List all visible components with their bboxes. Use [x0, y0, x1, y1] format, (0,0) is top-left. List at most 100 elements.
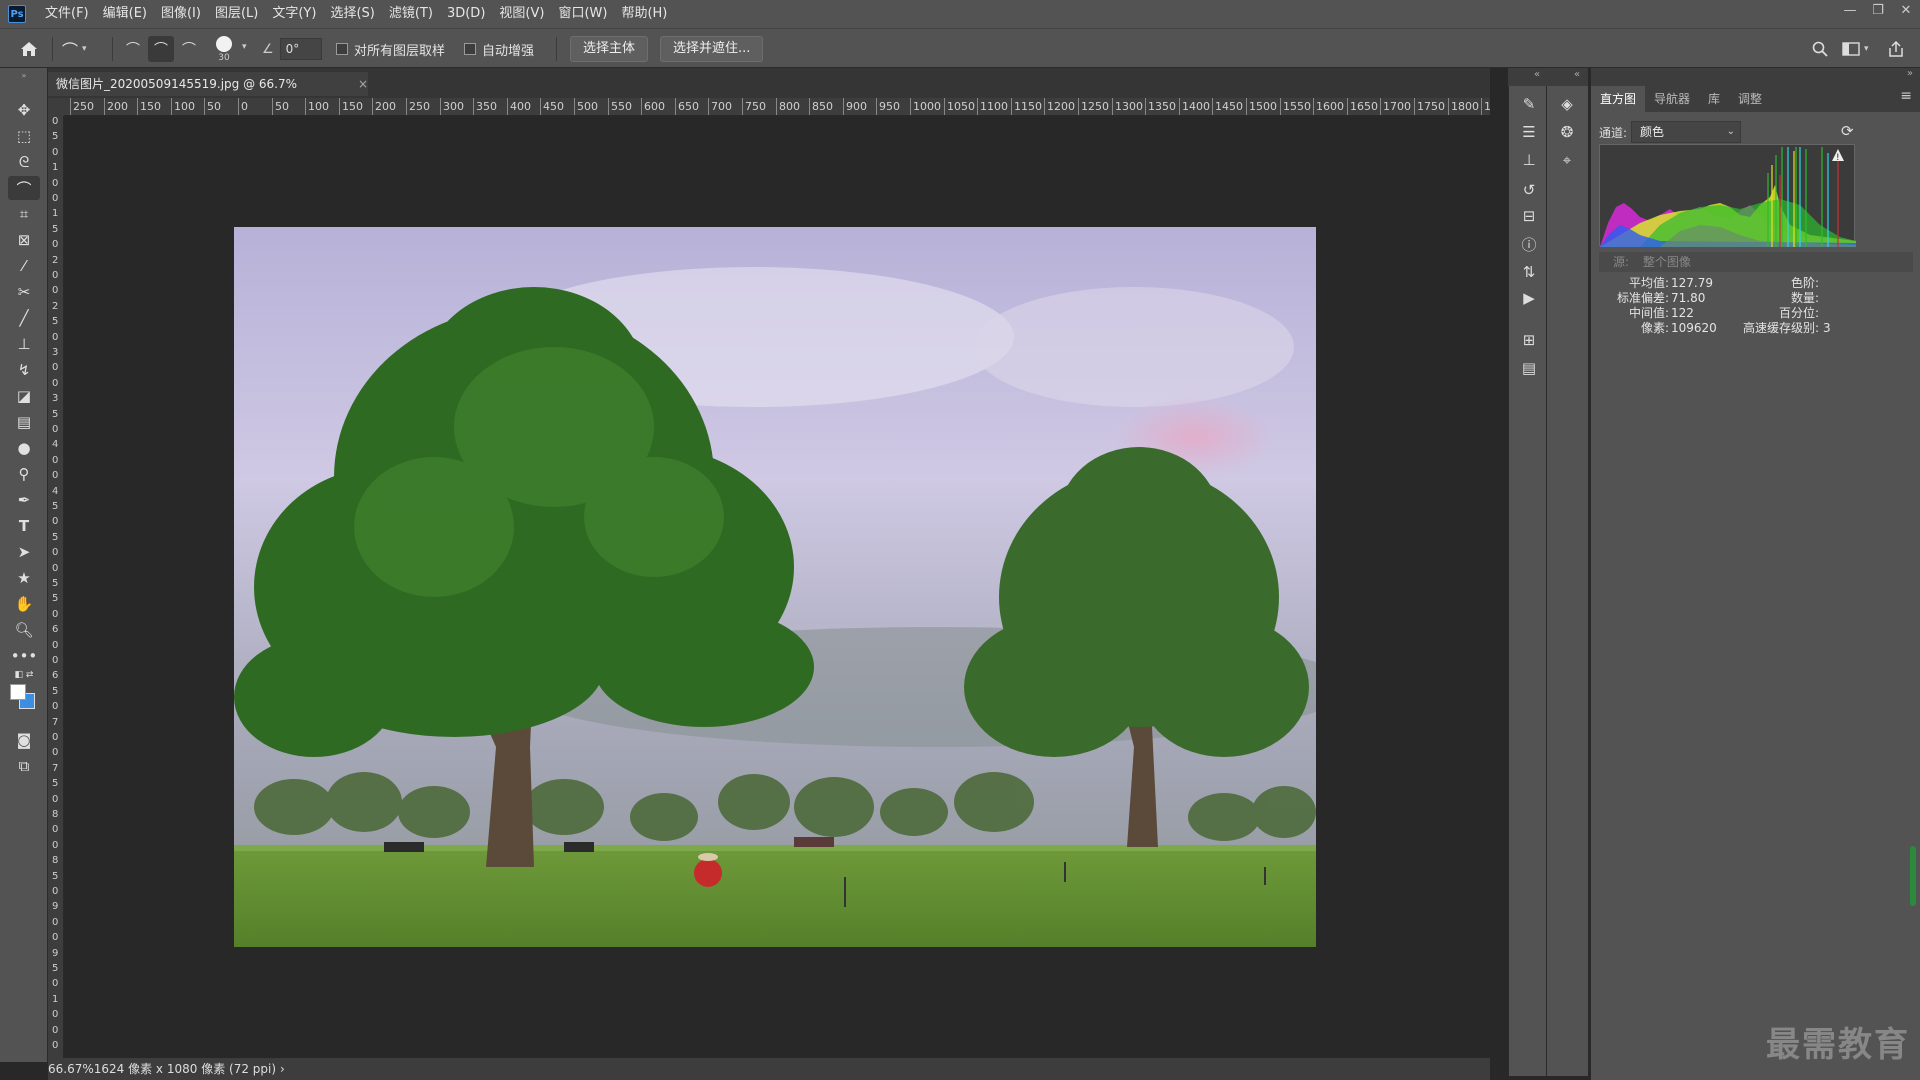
brush-settings-icon[interactable]: ✎: [1516, 92, 1542, 116]
quick-selection-tool-icon[interactable]: ⌒: [8, 176, 40, 200]
status-menu-arrow[interactable]: ›: [280, 1058, 285, 1080]
search-button[interactable]: [1812, 29, 1828, 69]
menu-filter[interactable]: 滤镜(T): [382, 0, 440, 28]
menu-image[interactable]: 图像(I): [154, 0, 208, 28]
quick-mask-icon[interactable]: ◙: [8, 728, 40, 752]
clone-stamp-tool-icon[interactable]: ⊥: [8, 332, 40, 356]
menu-file[interactable]: 文件(F): [38, 0, 96, 28]
cache-level-value: 3: [1823, 321, 1831, 335]
channel-select[interactable]: 颜色 ⌄: [1631, 121, 1742, 143]
ruler-tick-label: 200: [375, 100, 396, 113]
tab-navigator[interactable]: 导航器: [1645, 86, 1699, 112]
minimize-button[interactable]: —: [1836, 0, 1864, 22]
document-tab[interactable]: 微信图片_20200509145519.jpg @ 66.7%(RGB/8#) …: [48, 72, 368, 115]
frame-tool-icon[interactable]: ⊠: [8, 228, 40, 252]
collapse-left-icon[interactable]: «: [1534, 69, 1540, 80]
lasso-tool-icon[interactable]: ᘓ: [8, 150, 40, 174]
collapse-toolbar-icon[interactable]: »: [8, 70, 40, 80]
select-and-mask-button[interactable]: 选择并遮住...: [660, 36, 764, 62]
layers-icon[interactable]: ◈: [1554, 92, 1580, 116]
workspace-button[interactable]: ▾: [1842, 29, 1869, 69]
channels-icon[interactable]: ❂: [1554, 120, 1580, 144]
checkbox-box[interactable]: [464, 43, 476, 55]
menu-help[interactable]: 帮助(H): [614, 0, 674, 28]
canvas-area[interactable]: [64, 116, 1490, 1058]
actions-play-icon[interactable]: ▶: [1516, 286, 1542, 310]
menu-select[interactable]: 选择(S): [323, 0, 381, 28]
subtract-from-selection-button[interactable]: ⌒: [176, 36, 202, 62]
artboard-icon[interactable]: ⊞: [1516, 328, 1542, 352]
eyedropper-tool-icon[interactable]: ⁄: [8, 254, 40, 278]
pen-tool-icon[interactable]: ✒: [8, 488, 40, 512]
ruler-tick-label: 1650: [1350, 100, 1378, 113]
path-selection-tool-icon[interactable]: ➤: [8, 540, 40, 564]
move-tool-icon[interactable]: ✥: [8, 98, 40, 122]
color-swatches[interactable]: [10, 684, 36, 710]
eraser-tool-icon[interactable]: ◪: [8, 384, 40, 408]
marquee-tool-icon[interactable]: ⬚: [8, 124, 40, 148]
menu-window[interactable]: 窗口(W): [551, 0, 614, 28]
document-image[interactable]: [234, 227, 1316, 947]
add-to-selection-button[interactable]: ⌒: [148, 36, 174, 62]
tab-libraries[interactable]: 库: [1699, 86, 1729, 112]
menu-layer[interactable]: 图层(L): [208, 0, 265, 28]
brush-picker[interactable]: 30: [216, 29, 232, 69]
screen-mode-icon[interactable]: ⧉: [8, 754, 40, 778]
restore-button[interactable]: ❐: [1864, 0, 1892, 22]
panel-collapse-bar[interactable]: « «: [1508, 68, 1588, 86]
dodge-tool-icon[interactable]: ⚲: [8, 462, 40, 486]
gradient-tool-icon[interactable]: ▤: [8, 410, 40, 434]
collapse-right-icon[interactable]: »: [1907, 68, 1913, 79]
menu-edit[interactable]: 编辑(E): [96, 0, 154, 28]
angle-input[interactable]: 0°: [279, 38, 322, 60]
ruler-tick-label: 500: [577, 100, 598, 113]
crop-tool-icon[interactable]: ⌗: [8, 202, 40, 226]
close-tab-icon[interactable]: ×: [358, 72, 368, 96]
zoom-tool-icon[interactable]: 🔍︎: [8, 618, 40, 642]
share-button[interactable]: [1888, 29, 1904, 69]
tool-preset-picker[interactable]: ⌒ ▾: [62, 29, 87, 69]
properties-icon[interactable]: ⊟: [1516, 204, 1542, 228]
select-subject-button[interactable]: 选择主体: [570, 36, 649, 62]
panel-menu-icon[interactable]: ≡: [1900, 88, 1912, 104]
new-selection-button[interactable]: ⌒: [120, 36, 146, 62]
notes-icon[interactable]: ▤: [1516, 356, 1542, 380]
ruler-tick: [473, 98, 474, 115]
close-window-button[interactable]: ✕: [1892, 0, 1920, 22]
foreground-color-swatch[interactable]: [10, 684, 26, 700]
scrollbar-thumb[interactable]: [1910, 846, 1916, 906]
clone-source-icon[interactable]: ⊥: [1516, 148, 1542, 172]
menu-type[interactable]: 文字(Y): [265, 0, 323, 28]
layer-comps-icon[interactable]: ⇅: [1516, 260, 1542, 284]
more-tools-icon[interactable]: •••: [8, 644, 40, 668]
refresh-icon[interactable]: ⟳: [1841, 122, 1854, 140]
zoom-level[interactable]: 66.67%: [48, 1058, 94, 1080]
history-icon[interactable]: ↺: [1516, 178, 1542, 202]
checkbox-box[interactable]: [336, 43, 348, 55]
watermark-logo: 最需教育: [1766, 1025, 1910, 1065]
sample-all-layers-checkbox[interactable]: 对所有图层取样: [336, 29, 445, 69]
menu-view[interactable]: 视图(V): [492, 0, 551, 28]
tab-histogram[interactable]: 直方图: [1591, 86, 1646, 112]
source-select[interactable]: 源: 整个图像: [1599, 252, 1913, 272]
menu-3d[interactable]: 3D(D): [440, 0, 492, 28]
info-icon[interactable]: ⓘ: [1516, 232, 1542, 256]
brushes-icon[interactable]: ☰: [1516, 120, 1542, 144]
hand-tool-icon[interactable]: ✋: [8, 592, 40, 616]
history-brush-tool-icon[interactable]: ↯: [8, 358, 40, 382]
ruler-tick-label: 900: [846, 100, 867, 113]
home-button[interactable]: [20, 29, 38, 69]
brush-tool-icon[interactable]: ╱: [8, 306, 40, 330]
chevron-down-icon[interactable]: ▾: [242, 42, 247, 52]
shape-tool-icon[interactable]: ★: [8, 566, 40, 590]
paths-icon[interactable]: ⌖: [1554, 148, 1580, 172]
healing-brush-tool-icon[interactable]: ✂: [8, 280, 40, 304]
ruler-tick-label: 0: [52, 424, 59, 435]
collapse-left-icon[interactable]: «: [1574, 69, 1580, 80]
default-colors-icon[interactable]: ◧ ⇄: [8, 668, 40, 682]
level-label: 色阶:: [1790, 276, 1819, 290]
tab-adjustments[interactable]: 调整: [1729, 86, 1771, 112]
blur-tool-icon[interactable]: ●: [8, 436, 40, 460]
auto-enhance-checkbox[interactable]: 自动增强: [464, 29, 534, 69]
type-tool-icon[interactable]: T: [8, 514, 40, 538]
